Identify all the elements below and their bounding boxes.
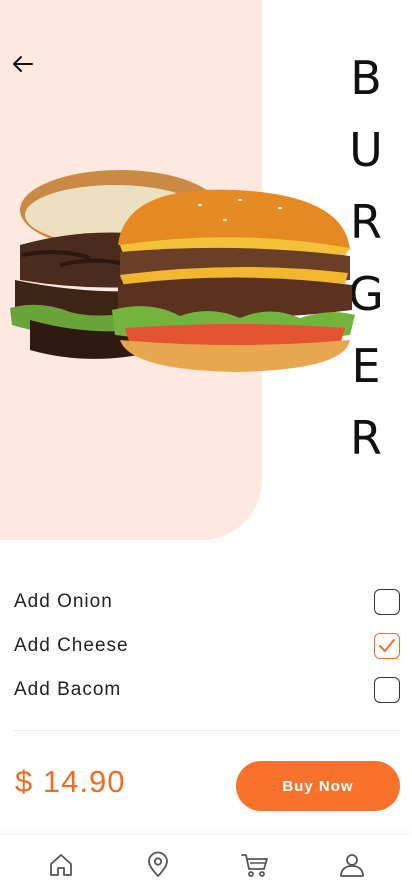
option-row: Add Cheese [14,624,400,668]
cheese-checkbox[interactable] [374,633,400,659]
home-icon [49,854,72,876]
option-label: Add Onion [14,591,113,612]
onion-checkbox[interactable] [374,589,400,615]
nav-location[interactable] [128,835,188,895]
title-letter: B [350,51,382,105]
divider [14,730,400,731]
burger-image [10,170,355,372]
back-button[interactable] [8,50,38,78]
add-ons-list: Add Onion Add Cheese Add Bacom [14,580,400,712]
cart-icon [240,854,268,877]
checkmark-icon [379,639,395,652]
buy-now-button[interactable]: Buy Now [236,761,400,811]
option-row: Add Onion [14,580,400,624]
bacon-checkbox[interactable] [374,677,400,703]
arrow-left-icon [13,56,33,72]
map-pin-icon [147,851,168,878]
option-label: Add Cheese [14,635,129,656]
price-label: $ 14.90 [15,764,126,799]
bottom-navigation [0,835,412,895]
option-row: Add Bacom [14,668,400,712]
nav-home[interactable] [31,835,91,895]
nav-cart[interactable] [225,835,285,895]
title-letter: R [350,411,382,465]
user-icon [339,854,364,877]
option-label: Add Bacom [14,679,122,700]
nav-profile[interactable] [322,835,382,895]
